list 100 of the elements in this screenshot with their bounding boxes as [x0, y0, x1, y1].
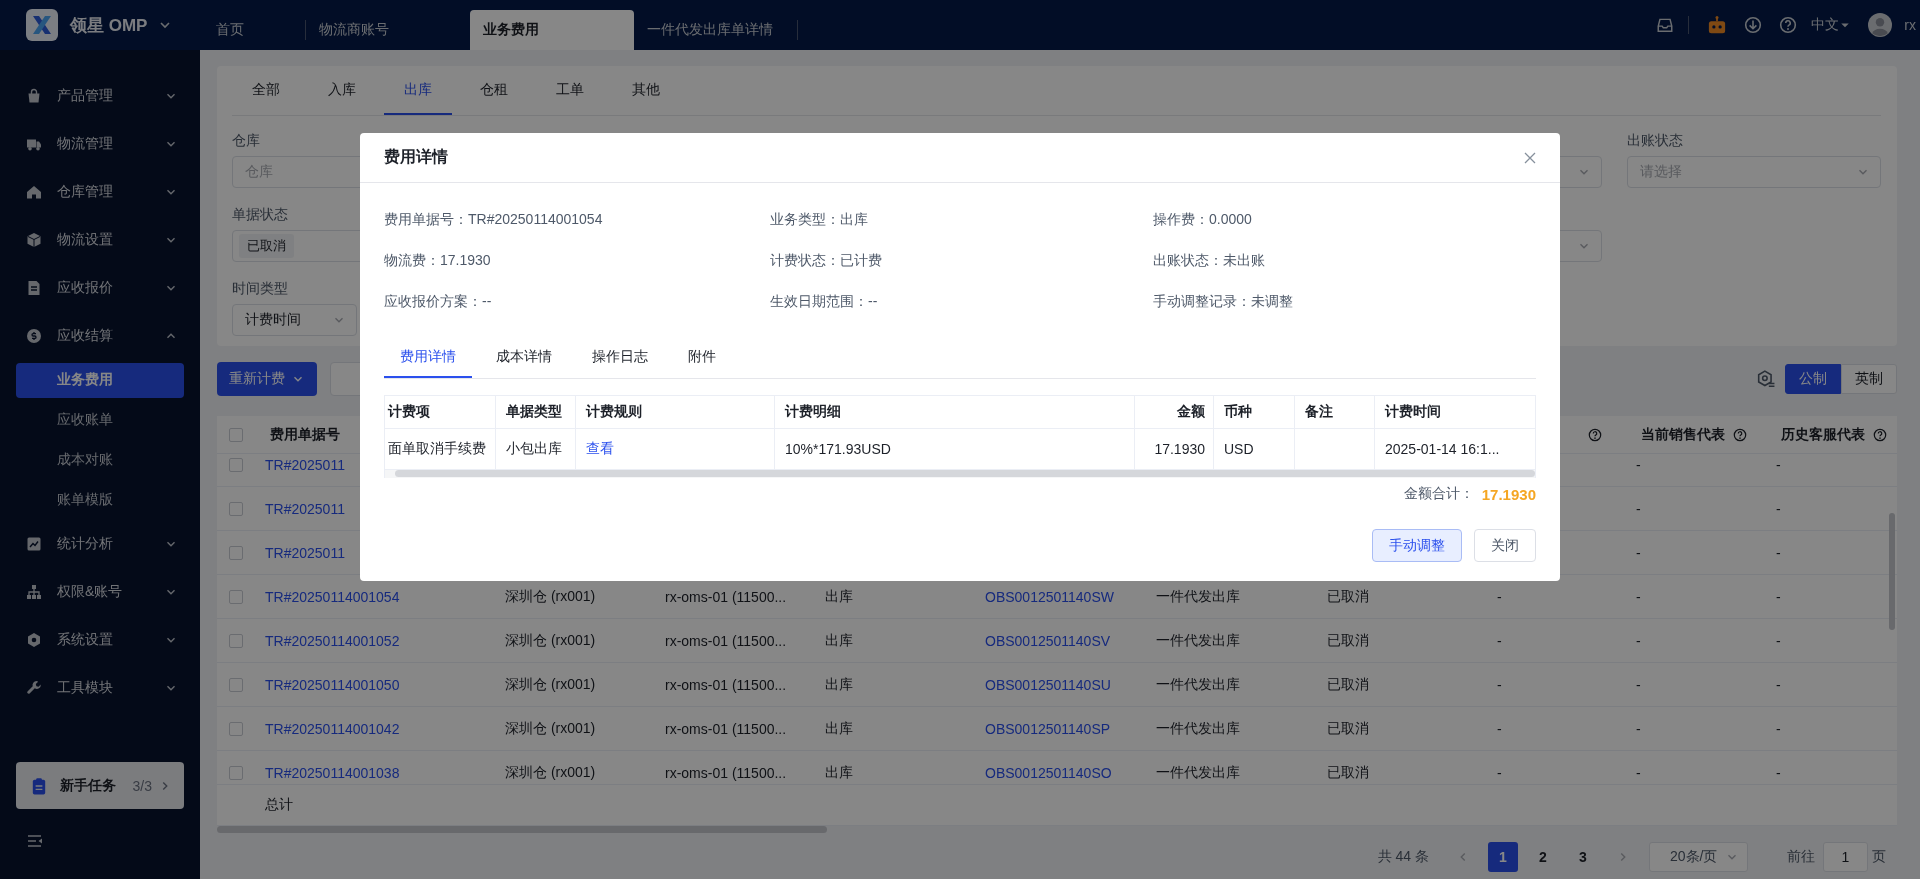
checkbox[interactable]: [229, 633, 243, 648]
sidebar-item[interactable]: 产品管理: [0, 72, 200, 120]
column-header: 币种: [1214, 396, 1295, 429]
detail-tab[interactable]: 附件: [672, 338, 732, 378]
table-link[interactable]: TR#20250114001038: [255, 764, 495, 781]
sidebar-item[interactable]: 物流管理: [0, 120, 200, 168]
checkbox[interactable]: [229, 721, 243, 736]
page-size-select[interactable]: 20条/页: [1649, 841, 1748, 872]
page-input-field[interactable]: 1: [1823, 841, 1868, 872]
sidebar-item[interactable]: 权限&账号: [0, 568, 200, 616]
sidebar-item[interactable]: 系统设置: [0, 616, 200, 664]
table-cell-text: -: [1496, 588, 1503, 605]
table-cell-text: 一件代发出库: [1155, 763, 1241, 782]
help-icon[interactable]: [1588, 427, 1602, 442]
table-cell-text: 出库: [824, 719, 854, 738]
sidebar-item[interactable]: 仓库管理: [0, 168, 200, 216]
checkbox[interactable]: [229, 427, 243, 442]
hierarchy-icon: [26, 584, 42, 600]
select-field[interactable]: 计费时间: [232, 304, 357, 336]
category-tab[interactable]: 其他: [612, 66, 680, 115]
view-link[interactable]: 查看: [586, 440, 614, 458]
table-link[interactable]: TR#20250114001052: [255, 632, 495, 649]
sidebar-item[interactable]: 应收报价: [0, 264, 200, 312]
table-cell-text: 已取消: [1326, 719, 1370, 738]
table-link[interactable]: OBS0012501140SV: [975, 632, 1146, 649]
checkbox[interactable]: [229, 545, 243, 560]
checkbox[interactable]: [229, 589, 243, 604]
chart-icon: [26, 536, 42, 552]
info-field: 出账状态：未出账: [1153, 250, 1536, 270]
table-link[interactable]: TR#20250114001042: [255, 720, 495, 737]
checkbox[interactable]: [229, 765, 243, 780]
language-selector[interactable]: 中文: [1811, 16, 1852, 34]
table-cell-text: rx-oms-01 (11500...: [664, 632, 788, 649]
sidebar-subitem[interactable]: 账单模版: [16, 482, 184, 518]
table-link[interactable]: OBS0012501140SP: [975, 720, 1146, 737]
checkbox[interactable]: [229, 501, 243, 516]
help-icon[interactable]: [1873, 427, 1887, 442]
category-tab[interactable]: 全部: [232, 66, 300, 115]
table-link[interactable]: OBS0012501140SU: [975, 676, 1146, 693]
table-cell-text: rx-oms-01 (11500...: [664, 676, 788, 693]
unit-toggle[interactable]: 公制: [1785, 364, 1841, 394]
info-field: 计费状态：已计费: [770, 250, 1153, 270]
table-link[interactable]: TR#20250114001054: [255, 588, 495, 605]
sidebar-item[interactable]: 统计分析: [0, 520, 200, 568]
column-header: 当前销售代表: [1641, 425, 1725, 444]
robot-icon[interactable]: [1707, 15, 1728, 35]
scrollbar[interactable]: [395, 470, 1535, 477]
sidebar-subitem[interactable]: 业务费用: [16, 362, 184, 398]
table-cell-text: -: [1775, 588, 1782, 605]
checkbox[interactable]: [229, 677, 243, 692]
page-tab[interactable]: 一件代发出库单详情: [634, 10, 798, 50]
scrollbar[interactable]: [217, 826, 827, 833]
column-header: 费用单据号: [270, 425, 340, 444]
table-link[interactable]: TR#20250114001050: [255, 676, 495, 693]
help-icon[interactable]: [1733, 427, 1747, 442]
unit-toggle[interactable]: 英制: [1841, 364, 1897, 394]
category-tab[interactable]: 出库: [384, 66, 452, 115]
table-link[interactable]: OBS0012501140SW: [975, 588, 1146, 605]
page-button[interactable]: 1: [1488, 841, 1518, 872]
sidebar-subitem[interactable]: 成本对账: [16, 442, 184, 478]
table-cell-text: -: [1635, 588, 1642, 605]
sidebar-item[interactable]: 工具模块: [0, 664, 200, 712]
page-tab[interactable]: 物流商账号: [306, 10, 470, 50]
tray-icon[interactable]: [1656, 16, 1675, 34]
column-header: 计费项: [385, 396, 496, 429]
table-cell-text: -: [1496, 632, 1503, 649]
table-cell-text: -: [1635, 720, 1642, 737]
page-tab[interactable]: 业务费用: [470, 10, 634, 50]
recalculate-button[interactable]: 重新计费: [217, 362, 317, 396]
page-tab[interactable]: 首页: [200, 10, 306, 50]
wrench-icon: [26, 680, 42, 696]
table-cell-text: -: [1635, 764, 1642, 781]
info-field: 应收报价方案：--: [384, 291, 770, 311]
table-link[interactable]: OBS0012501140SO: [975, 764, 1146, 781]
download-icon[interactable]: [1744, 16, 1763, 34]
task-card[interactable]: 新手任务 3/3: [16, 762, 184, 809]
category-tab[interactable]: 工单: [536, 66, 604, 115]
sidebar-subitem[interactable]: 应收账单: [16, 402, 184, 438]
clipboard-icon: [30, 776, 48, 795]
menu-collapse-icon[interactable]: [27, 833, 43, 849]
category-tab[interactable]: 入库: [308, 66, 376, 115]
detail-tab[interactable]: 成本详情: [480, 338, 568, 378]
detail-tab[interactable]: 操作日志: [576, 338, 664, 378]
table-cell-text: -: [1775, 632, 1782, 649]
detail-tab[interactable]: 费用详情: [384, 338, 472, 378]
category-tab[interactable]: 仓租: [460, 66, 528, 115]
table-cell-text: -: [1496, 764, 1503, 781]
column-header: 计费时间: [1375, 396, 1535, 429]
page-unit-label: 页: [1872, 847, 1886, 866]
adjust-button[interactable]: 手动调整: [1372, 529, 1462, 562]
avatar-icon[interactable]: [1868, 13, 1893, 37]
close-button[interactable]: 关闭: [1474, 529, 1536, 562]
checkbox[interactable]: [229, 457, 243, 472]
info-field: 操作费：0.0000: [1153, 209, 1536, 229]
table-cell-text: -: [1635, 456, 1642, 473]
sidebar-item[interactable]: 物流设置: [0, 216, 200, 264]
table-cell-text: 已取消: [1326, 763, 1370, 782]
sidebar-item[interactable]: 应收结算: [0, 312, 200, 360]
scrollbar[interactable]: [1889, 513, 1895, 630]
settings-icon[interactable]: [1757, 370, 1775, 388]
